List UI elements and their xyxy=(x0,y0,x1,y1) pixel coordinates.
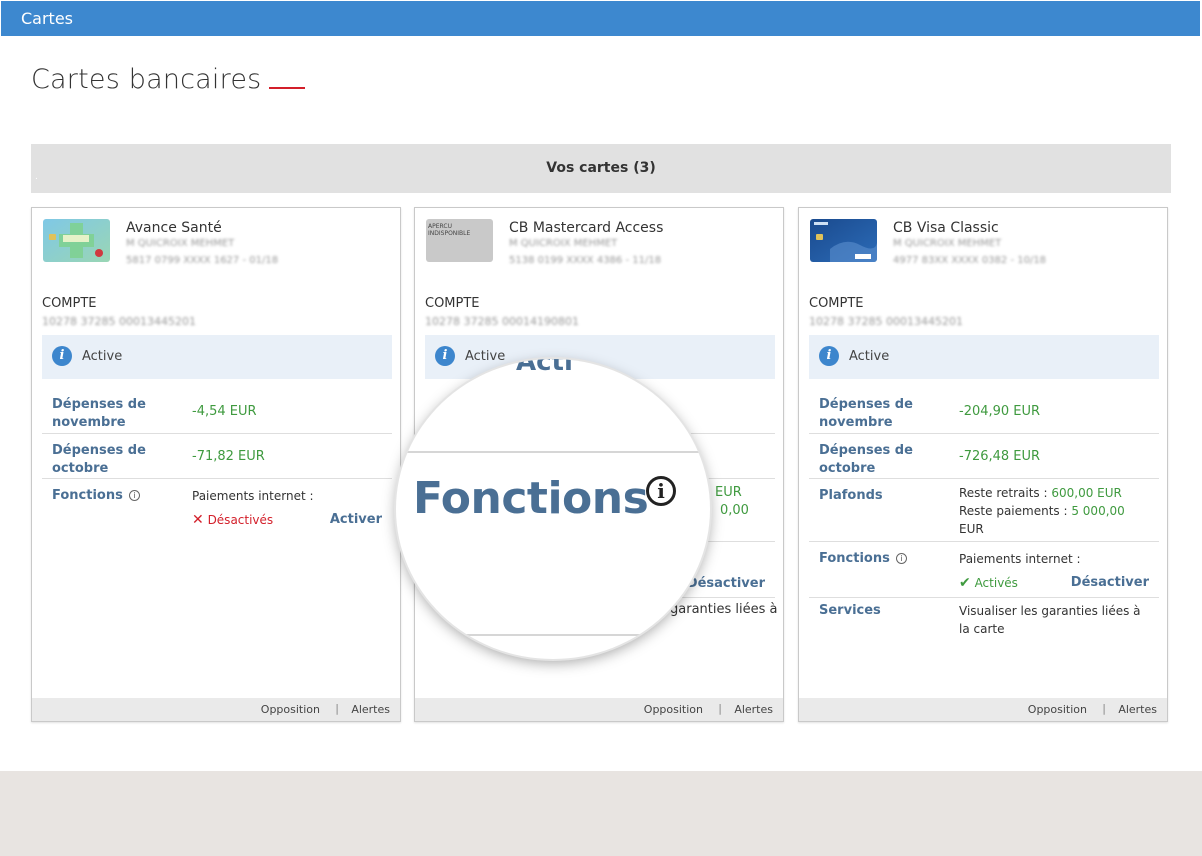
app-title: Cartes xyxy=(21,9,74,28)
row-value: -71,82 EUR xyxy=(192,449,265,464)
services-text[interactable]: Visualiser les garanties liées à la cart… xyxy=(959,602,1154,638)
small-info-icon[interactable]: i xyxy=(895,553,907,564)
compte-number: 10278 37285 00013445201 xyxy=(42,315,196,328)
plafonds-amount: 0,00 xyxy=(720,503,749,518)
activer-link[interactable]: Activer xyxy=(330,512,382,527)
info-icon: i xyxy=(435,346,455,366)
card-thumbnail-health xyxy=(43,219,110,262)
row-fonctions: Fonctions i Paiements internet : ✔ Activé… xyxy=(809,542,1159,598)
card-thumbnail-apercu: APERCU INDISPONIBLE xyxy=(426,219,493,262)
alertes-link[interactable]: Alertes xyxy=(734,703,773,716)
status-label: Active xyxy=(849,349,890,364)
row-label[interactable]: Dépenses de octobre xyxy=(819,442,939,478)
cards-section-title: Vos cartes (3) xyxy=(546,160,656,176)
magnified-fragment: Acti xyxy=(516,359,573,377)
alertes-link[interactable]: Alertes xyxy=(1118,703,1157,716)
top-bar: Cartes xyxy=(1,1,1200,36)
reste-paiements-unit: EUR xyxy=(959,522,984,536)
row-plafonds: Plafonds Reste retraits : 600,00 EUR Res… xyxy=(809,479,1159,542)
magnified-fonctions-label: Fonctions xyxy=(413,473,649,524)
card-holder: M QUICROIX MEHMET xyxy=(893,238,1002,249)
card-footer: Opposition | Alertes xyxy=(415,698,783,721)
row-depenses-novembre: Dépenses de novembre -204,90 EUR xyxy=(809,388,1159,434)
apercu-text: APERCU INDISPONIBLE xyxy=(428,223,471,237)
compte-label: COMPTE xyxy=(42,296,97,311)
row-label[interactable]: Dépenses de octobre xyxy=(52,442,172,478)
row-fonctions: Fonctions i Paiements internet : ✕ Désact… xyxy=(42,479,392,539)
magnified-divider xyxy=(396,451,710,453)
footer-separator: | xyxy=(335,702,339,715)
footer-separator: | xyxy=(718,702,722,715)
row-value: -4,54 EUR xyxy=(192,404,257,419)
status-label: Active xyxy=(465,349,506,364)
compte-label: COMPTE xyxy=(809,296,864,311)
reste-paiements: Reste paiements : 5 000,00 xyxy=(959,504,1125,518)
compte-number: 10278 37285 00013445201 xyxy=(809,315,963,328)
fonctions-label[interactable]: Fonctions i xyxy=(52,487,172,505)
cross-icon: ✕ xyxy=(192,512,204,528)
status-label: Active xyxy=(82,349,123,364)
small-info-icon[interactable]: i xyxy=(128,490,140,501)
card-name: CB Visa Classic xyxy=(893,220,999,236)
magnified-info-icon: i xyxy=(646,476,676,506)
card-thumbnail-visa xyxy=(810,219,877,262)
card-name: CB Mastercard Access xyxy=(509,220,664,236)
compte-label: COMPTE xyxy=(425,296,480,311)
row-label[interactable]: Dépenses de novembre xyxy=(52,396,172,432)
footer-separator: | xyxy=(1102,702,1106,715)
row-depenses-octobre: Dépenses de octobre -71,82 EUR xyxy=(42,434,392,479)
state-actives: ✔ Activés xyxy=(959,575,1018,591)
row-label[interactable]: Dépenses de novembre xyxy=(819,396,939,432)
desactiver-link[interactable]: Désactiver xyxy=(1071,575,1149,590)
fonctions-label[interactable]: Fonctions i xyxy=(819,550,939,568)
alertes-link[interactable]: Alertes xyxy=(351,703,390,716)
magnifier-overlay: Acti Fonctions i xyxy=(396,359,710,659)
info-icon: i xyxy=(819,346,839,366)
reste-retraits: Reste retraits : 600,00 EUR xyxy=(959,486,1122,500)
plafonds-eur: EUR xyxy=(715,485,742,500)
status-banner: i Active xyxy=(809,335,1159,379)
row-value: -726,48 EUR xyxy=(959,449,1041,464)
info-icon: i xyxy=(52,346,72,366)
card-holder: M QUICROIX MEHMET xyxy=(126,238,235,249)
row-value: -204,90 EUR xyxy=(959,404,1041,419)
paiements-internet-label: Paiements internet : xyxy=(192,489,314,503)
title-accent-underline xyxy=(269,87,306,89)
row-depenses-novembre: Dépenses de novembre -4,54 EUR xyxy=(42,388,392,434)
card-holder: M QUICROIX MEHMET xyxy=(509,238,618,249)
status-banner: i Active xyxy=(42,335,392,379)
opposition-link[interactable]: Opposition xyxy=(644,703,703,716)
magnified-divider xyxy=(396,634,710,636)
card-name: Avance Santé xyxy=(126,220,222,236)
card-number: 5138 0199 XXXX 4386 - 11/18 xyxy=(509,255,662,266)
paiements-internet-label: Paiements internet : xyxy=(959,552,1081,566)
card-number: 4977 83XX XXXX 0382 - 10/18 xyxy=(893,255,1047,266)
state-desactives: ✕ Désactivés xyxy=(192,512,274,528)
opposition-link[interactable]: Opposition xyxy=(1028,703,1087,716)
card-footer: Opposition | Alertes xyxy=(799,698,1167,721)
row-depenses-octobre: Dépenses de octobre -726,48 EUR xyxy=(809,434,1159,479)
desactiver-link[interactable]: Désactiver xyxy=(687,576,765,591)
cards-section-header: . Vos cartes (3) xyxy=(31,144,1171,193)
services-text: garanties liées à xyxy=(670,602,778,617)
page-title-text: Cartes bancaires xyxy=(31,64,262,95)
opposition-link[interactable]: Opposition xyxy=(261,703,320,716)
card-number: 5817 0799 XXXX 1627 - 01/18 xyxy=(126,255,279,266)
plafonds-label[interactable]: Plafonds xyxy=(819,487,939,505)
card-avance-sante: Avance Santé M QUICROIX MEHMET 5817 0799… xyxy=(31,207,401,722)
services-label[interactable]: Services xyxy=(819,602,939,620)
page-title: Cartes bancaires xyxy=(31,64,306,95)
app-window: Cartes Cartes bancaires . Vos cartes (3) xyxy=(0,0,1202,771)
check-icon: ✔ xyxy=(959,575,971,591)
card-footer: Opposition | Alertes xyxy=(32,698,400,721)
compte-number: 10278 37285 00014190801 xyxy=(425,315,579,328)
row-services: Services Visualiser les garanties liées … xyxy=(809,598,1159,648)
card-cb-visa-classic: CB Visa Classic M QUICROIX MEHMET 4977 8… xyxy=(798,207,1168,722)
